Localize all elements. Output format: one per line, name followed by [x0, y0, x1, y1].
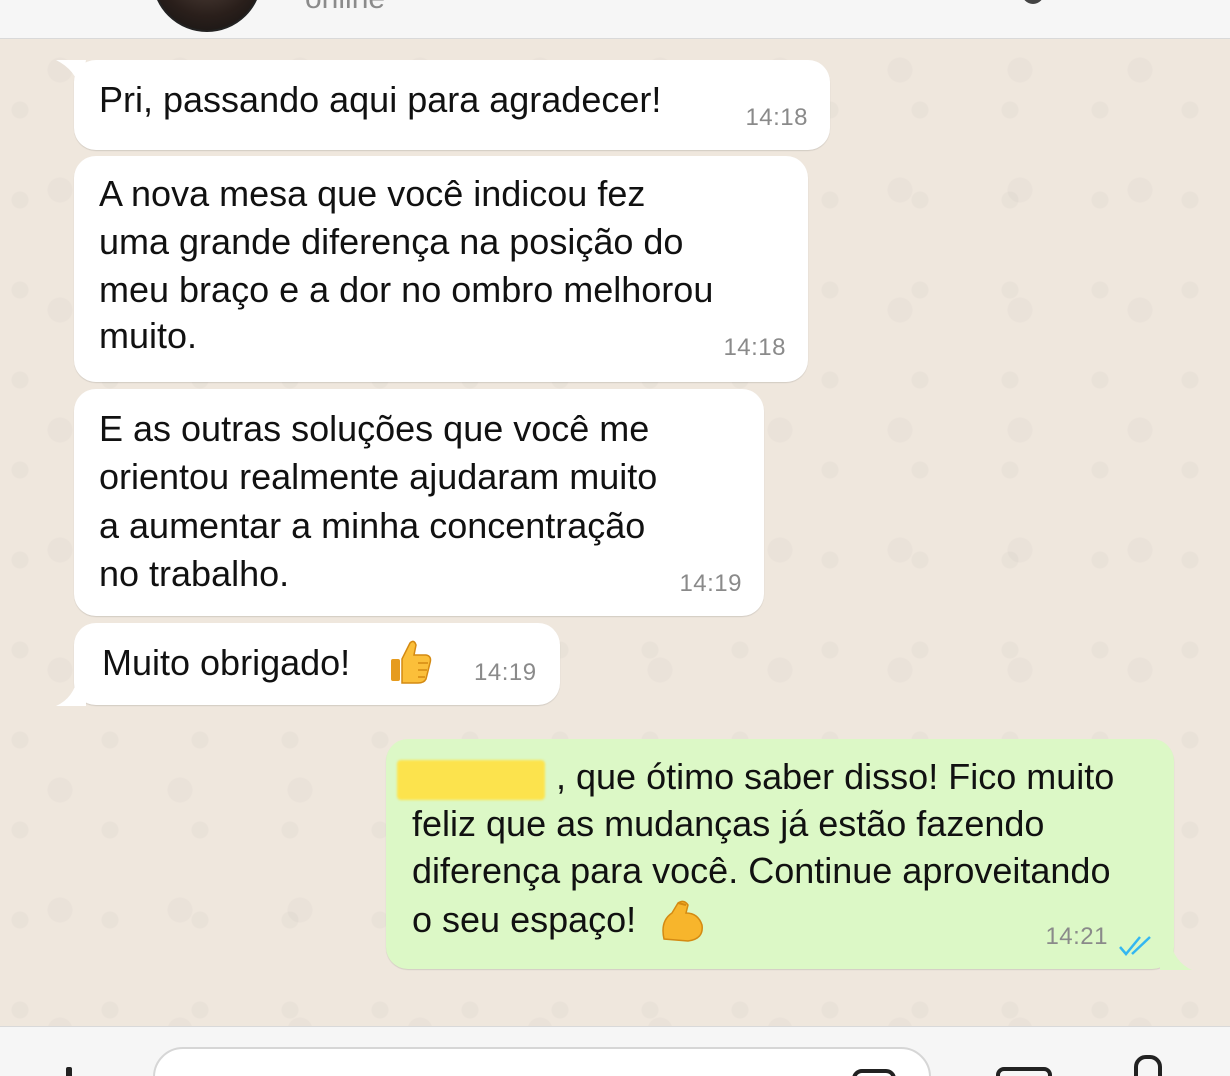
message-incoming[interactable]: Muito obrigado! 14:19 [74, 623, 560, 705]
message-time: 14:19 [474, 659, 537, 686]
message-text-line: , que ótimo saber disso! Fico muito [556, 756, 1115, 797]
bubble-tail [56, 60, 86, 90]
message-time: 14:18 [745, 104, 808, 131]
message-text-line: A nova mesa que você indicou fez [99, 173, 646, 214]
message-text-line: feliz que as mudanças já estão fazendo [412, 803, 1045, 844]
message-text-line: a aumentar a minha concentração [99, 505, 646, 546]
bubble-tail [56, 676, 86, 706]
message-text-line: o seu espaço! [412, 899, 637, 940]
mic-icon[interactable] [1134, 1055, 1162, 1076]
message-text-line: meu braço e a dor no ombro melhorou [99, 269, 714, 310]
read-receipt-icon [1119, 936, 1151, 956]
bubble-tail [1160, 940, 1192, 970]
message-text: Muito obrigado! [102, 642, 351, 683]
message-text-line: diferença para você. Continue aproveitan… [412, 850, 1111, 891]
message-incoming[interactable]: A nova mesa que você indicou fez uma gra… [74, 156, 808, 382]
message-time: 14:21 [1045, 923, 1108, 950]
message-time: 14:18 [723, 334, 786, 361]
contact-avatar[interactable] [152, 0, 262, 32]
contact-status: online [305, 0, 385, 16]
message-text-line: no trabalho. [99, 553, 290, 594]
call-icon[interactable] [1022, 0, 1044, 4]
message-text: Pri, passando aqui para agradecer! [99, 79, 662, 120]
message-input[interactable] [153, 1047, 931, 1076]
message-text-line: E as outras soluções que você me [99, 408, 650, 449]
thumbs-up-icon [391, 640, 432, 684]
flexed-biceps-icon [662, 900, 703, 942]
message-incoming[interactable]: Pri, passando aqui para agradecer! 14:18 [74, 60, 830, 150]
redacted-name [397, 760, 545, 800]
message-text-line: orientou realmente ajudaram muito [99, 456, 658, 497]
chat-header[interactable]: online [0, 0, 1230, 39]
message-text-line: muito. [99, 315, 198, 356]
message-incoming[interactable]: E as outras soluções que você me oriento… [74, 389, 764, 616]
message-time: 14:19 [679, 570, 742, 597]
composer-bar [0, 1026, 1230, 1076]
message-text-line: uma grande diferença na posição do [99, 221, 684, 262]
